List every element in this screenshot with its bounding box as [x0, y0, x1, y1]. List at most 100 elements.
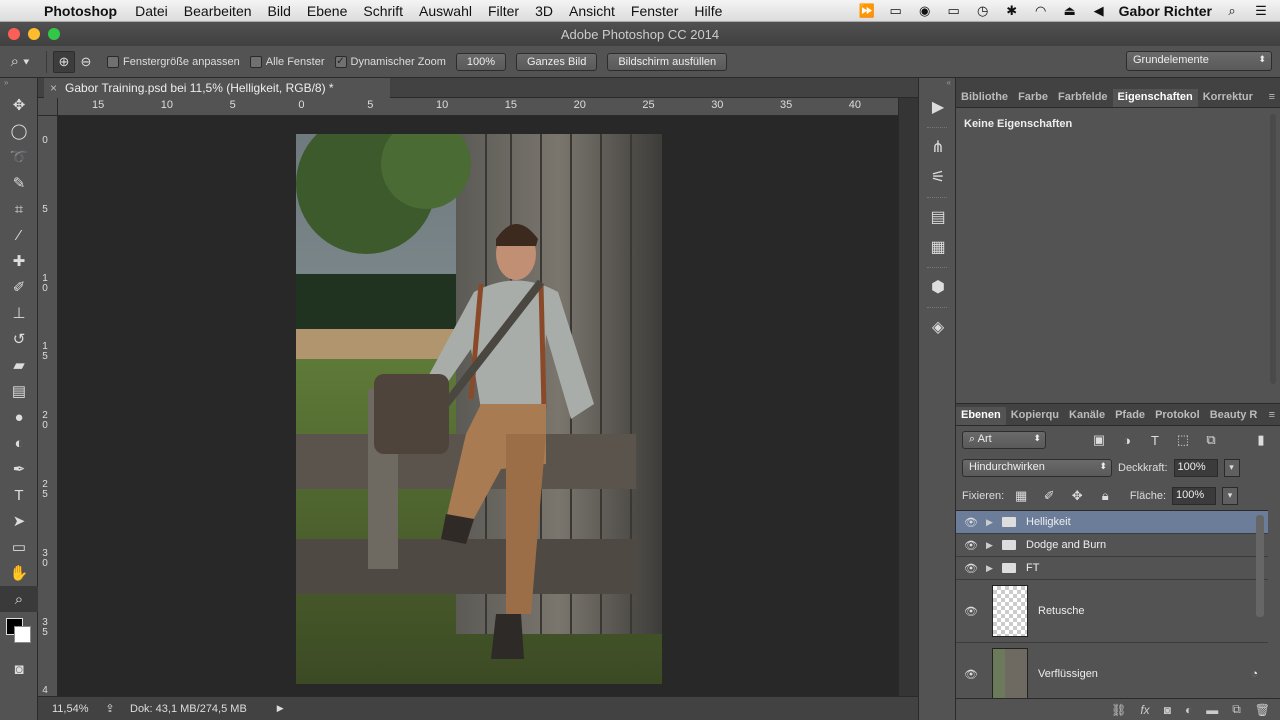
crop-tool-icon[interactable]: ⌗ [0, 196, 38, 222]
quick-selection-tool-icon[interactable]: ✎ [0, 170, 38, 196]
layer-group-helligkeit[interactable]: 👁︎ ▶ Helligkeit [956, 511, 1268, 534]
rectangle-tool-icon[interactable]: ▭ [0, 534, 38, 560]
share-icon[interactable]: ⇪ [90, 702, 130, 715]
marquee-tool-icon[interactable]: ◯ [0, 118, 38, 144]
tab-beauty-retouch[interactable]: Beauty R [1205, 407, 1263, 425]
tab-clone-source[interactable]: Kopierqu [1006, 407, 1064, 425]
visibility-eye-icon[interactable]: 👁︎ [956, 516, 986, 529]
layer-group-ft[interactable]: 👁︎ ▶ FT [956, 557, 1268, 580]
menu-auswahl[interactable]: Auswahl [411, 3, 480, 19]
status-menu-arrow-icon[interactable]: ▶ [277, 703, 284, 714]
eraser-tool-icon[interactable]: ▰ [0, 352, 38, 378]
expand-arrow-icon[interactable]: ▶ [986, 540, 998, 551]
adjustment-layer-filter-icon[interactable]: ◑ [1116, 433, 1138, 448]
lock-pixels-icon[interactable]: ✐ [1038, 488, 1060, 504]
layer-group-dodge-burn[interactable]: 👁︎ ▶ Dodge and Burn [956, 534, 1268, 557]
fill-screen-button[interactable]: Bildschirm ausfüllen [607, 52, 728, 71]
panel-menu-icon[interactable]: ≡ [1264, 407, 1280, 425]
time-machine-icon[interactable]: ◷ [974, 3, 992, 19]
lock-position-icon[interactable]: ✥ [1066, 488, 1088, 504]
panel-collapse-icon[interactable]: « [919, 78, 955, 92]
new-adjustment-icon[interactable]: ◐ [1185, 703, 1192, 717]
minimize-window-button[interactable] [28, 28, 40, 40]
notification-center-icon[interactable]: ☰ [1252, 3, 1270, 19]
visibility-eye-icon[interactable]: 👁︎ [956, 562, 986, 575]
shape-layer-filter-icon[interactable]: ⬚ [1172, 432, 1194, 448]
scrubby-zoom-checkbox[interactable]: ✓ Dynamischer Zoom [334, 55, 446, 68]
zoom-level[interactable]: 11,54% [38, 703, 90, 715]
menu-3d[interactable]: 3D [527, 3, 561, 19]
close-window-button[interactable] [8, 28, 20, 40]
menu-ansicht[interactable]: Ansicht [561, 3, 623, 19]
3d-cube-icon[interactable]: ⬢ [919, 272, 957, 302]
notes-icon[interactable]: ▦ [919, 232, 957, 262]
actions-play-icon[interactable]: ▶ [919, 92, 957, 122]
layers-scrollbar[interactable] [1256, 515, 1264, 617]
horizontal-ruler[interactable]: 15 10 5 0 5 10 15 20 25 30 35 40 [58, 98, 898, 116]
pen-tool-icon[interactable]: ✒ [0, 456, 38, 482]
eject-icon[interactable]: ⏏ [1061, 3, 1079, 19]
lasso-tool-icon[interactable]: ➰ [0, 144, 38, 170]
history-brush-tool-icon[interactable]: ↺ [0, 326, 38, 352]
tab-channels[interactable]: Kanäle [1064, 407, 1110, 425]
expand-arrow-icon[interactable]: ▶ [986, 517, 998, 528]
lock-all-icon[interactable]: 🔒︎ [1094, 488, 1116, 504]
menu-bearbeiten[interactable]: Bearbeiten [176, 3, 260, 19]
tab-adjustments[interactable]: Korrektur [1198, 89, 1258, 107]
tab-libraries[interactable]: Bibliothe [956, 89, 1013, 107]
properties-scrollbar[interactable] [1270, 114, 1276, 384]
pixel-layer-filter-icon[interactable]: ▣ [1088, 432, 1110, 448]
eyedropper-tool-icon[interactable]: ⁄ [0, 222, 38, 248]
path-selection-tool-icon[interactable]: ➤ [0, 508, 38, 534]
bluetooth-icon[interactable]: ✱ [1003, 3, 1021, 19]
panel-menu-icon[interactable]: ≡ [1264, 89, 1280, 107]
tab-history[interactable]: Protokol [1150, 407, 1205, 425]
filter-toggle-icon[interactable]: ▮ [1250, 432, 1272, 448]
airplay-icon[interactable]: ▭ [945, 3, 963, 19]
tab-color[interactable]: Farbe [1013, 89, 1053, 107]
menu-fenster[interactable]: Fenster [623, 3, 686, 19]
layer-style-fx-icon[interactable]: fx [1140, 703, 1149, 717]
menu-app[interactable]: Photoshop [40, 3, 127, 19]
healing-brush-tool-icon[interactable]: ✚ [0, 248, 38, 274]
zoom-out-icon[interactable]: ⊖ [75, 51, 97, 73]
menu-filter[interactable]: Filter [480, 3, 527, 19]
type-layer-filter-icon[interactable]: T [1144, 433, 1166, 448]
tab-swatches[interactable]: Farbfelde [1053, 89, 1113, 107]
close-icon[interactable]: × [50, 81, 57, 95]
expand-arrow-icon[interactable]: ▶ [986, 563, 998, 574]
vertical-ruler[interactable]: 0 5 10 15 20 25 30 35 40 [38, 116, 58, 696]
menu-ebene[interactable]: Ebene [299, 3, 355, 19]
menu-datei[interactable]: Datei [127, 3, 176, 19]
user-name[interactable]: Gabor Richter [1119, 3, 1212, 19]
quick-mask-icon[interactable]: ◙ [0, 656, 38, 682]
zoom-100-button[interactable]: 100% [455, 52, 506, 71]
smart-object-filter-icon[interactable]: ⧉ [1200, 432, 1222, 448]
dodge-tool-icon[interactable]: ◐ [0, 430, 38, 456]
lock-transparency-icon[interactable]: ▦ [1010, 488, 1032, 504]
opacity-slider-toggle[interactable]: ▾ [1223, 459, 1240, 477]
tab-paths[interactable]: Pfade [1110, 407, 1150, 425]
tool-preset-zoom-icon[interactable]: ⌕ ▾ [0, 53, 40, 70]
blur-tool-icon[interactable]: ● [0, 404, 38, 430]
type-tool-icon[interactable]: T [0, 482, 38, 508]
clone-stamp-tool-icon[interactable]: ⊥ [0, 300, 38, 326]
link-layers-icon[interactable]: ⛓︎ [1111, 703, 1126, 717]
layer-filter-select[interactable]: ⌕ Art ⬍ [962, 431, 1046, 449]
battery-icon[interactable]: ▭ [887, 3, 905, 19]
fit-screen-button[interactable]: Ganzes Bild [516, 52, 598, 71]
tab-layers[interactable]: Ebenen [956, 407, 1006, 425]
document-image[interactable] [296, 134, 662, 684]
new-layer-icon[interactable]: ⧉ [1232, 702, 1241, 717]
wifi-icon[interactable]: ◠ [1032, 3, 1050, 19]
layer-retusche[interactable]: 👁︎ Retusche [956, 580, 1268, 643]
zoom-window-button[interactable] [48, 28, 60, 40]
tab-properties[interactable]: Eigenschaften [1112, 89, 1198, 107]
zoom-all-windows-checkbox[interactable]: Alle Fenster [249, 55, 325, 68]
move-tool-icon[interactable]: ✥ [0, 92, 38, 118]
visibility-eye-icon[interactable]: 👁︎ [956, 668, 986, 681]
menu-bild[interactable]: Bild [260, 3, 299, 19]
new-group-icon[interactable]: ▬ [1206, 703, 1218, 717]
brush-tool-icon[interactable]: ✐ [0, 274, 38, 300]
brush-presets-icon[interactable]: ⋔ [919, 132, 957, 162]
